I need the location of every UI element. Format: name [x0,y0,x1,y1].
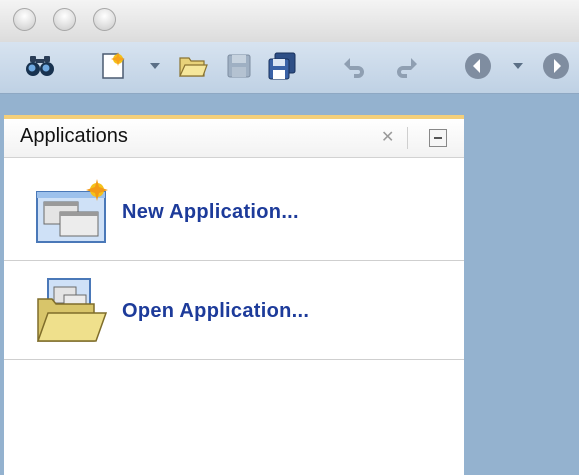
panel-title: Applications [20,125,128,147]
save-button[interactable] [223,50,255,82]
back-arrow-icon [465,53,491,79]
close-window-button[interactable] [13,8,36,31]
header-divider [407,127,408,149]
panel-header: Applications ✕ [4,119,464,158]
back-dropdown-arrow[interactable] [513,63,523,69]
forward-arrow-icon [543,53,569,79]
forward-button[interactable] [540,50,572,82]
new-application-link[interactable]: New Application... [122,201,299,224]
panel-minimize-button[interactable] [429,129,447,147]
new-button[interactable] [97,50,129,82]
binoculars-icon [26,56,54,76]
panel-close-icon[interactable]: ✕ [381,127,394,147]
list-item-open-application[interactable]: Open Application... [4,261,464,360]
applications-panel: Applications ✕ New Application... Open A… [4,115,464,475]
back-button[interactable] [462,50,494,82]
redo-icon [397,58,417,78]
zoom-window-button[interactable] [93,8,116,31]
save-disk-icon [227,54,251,78]
undo-icon [344,58,364,78]
window-titlebar [0,0,579,42]
new-dropdown-arrow[interactable] [150,63,160,69]
open-application-link[interactable]: Open Application... [122,300,309,323]
main-toolbar [0,42,579,94]
minimize-window-button[interactable] [53,8,76,31]
open-button[interactable] [177,50,209,82]
find-button[interactable] [24,50,56,82]
list-item-new-application[interactable]: New Application... [4,162,464,261]
redo-button[interactable] [388,50,420,82]
folder-icon [179,57,208,77]
save-all-icon [268,52,296,80]
new-file-icon [102,52,125,79]
undo-button[interactable] [341,50,373,82]
open-application-icon [36,278,108,342]
save-all-button[interactable] [266,50,298,82]
new-application-icon [36,179,108,243]
